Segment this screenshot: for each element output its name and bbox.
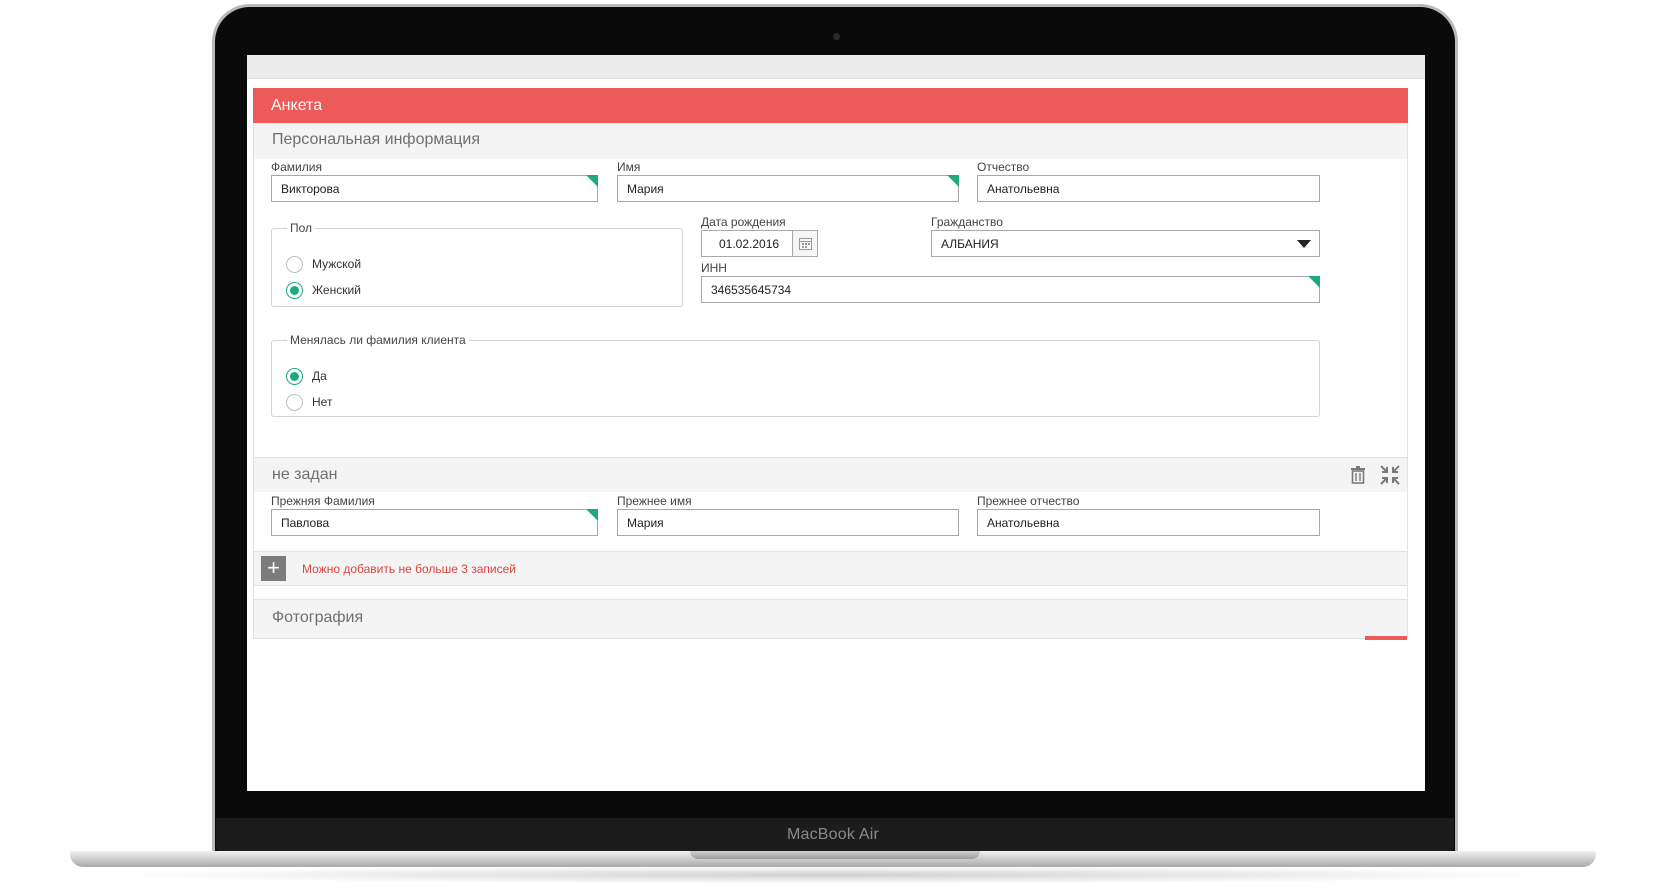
patronymic-value: Анатольевна xyxy=(987,182,1060,196)
calendar-icon[interactable] xyxy=(792,231,817,256)
radio-male[interactable] xyxy=(286,255,303,273)
brand-label: MacBook Air xyxy=(786,826,879,843)
prev-patronymic-value: Анатольевна xyxy=(987,516,1060,530)
citizenship-value: АЛБАНИЯ xyxy=(941,237,999,251)
add-record-button[interactable]: + xyxy=(261,556,286,581)
prev-first-name-value: Мария xyxy=(627,516,664,530)
name-row: Фамилия Викторова Имя Мария Отчество Ана… xyxy=(254,159,1407,207)
inn-label: ИНН xyxy=(701,261,727,275)
prev-first-name-input[interactable]: Мария xyxy=(617,509,959,536)
details-row: Пол Мужской Женский Дата рождения 01.02.… xyxy=(254,207,1407,329)
laptop-notch xyxy=(690,851,980,859)
patronymic-label: Отчество xyxy=(977,160,1030,174)
questionnaire-form: Анкета Персональная информация Фамилия В… xyxy=(253,88,1408,601)
radio-male-label: Мужской xyxy=(312,257,362,271)
prev-last-name-field: Прежняя Фамилия Павлова xyxy=(271,494,598,536)
citizenship-select[interactable]: АЛБАНИЯ xyxy=(931,230,1320,257)
form-header: Анкета xyxy=(253,88,1408,123)
birth-date-label: Дата рождения xyxy=(701,215,786,229)
camera-icon xyxy=(833,33,840,40)
prev-first-name-label: Прежнее имя xyxy=(617,494,692,508)
patronymic-field: Отчество Анатольевна xyxy=(977,160,1320,202)
prev-last-name-value: Павлова xyxy=(281,516,330,530)
laptop-shadow xyxy=(100,866,1566,884)
citizenship-label: Гражданство xyxy=(931,215,1003,229)
inn-value: 346535645734 xyxy=(711,283,792,297)
name-changed-legend: Менялась ли фамилия клиента xyxy=(290,333,466,347)
birth-date-input[interactable]: 01.02.2016 xyxy=(701,230,818,257)
first-name-value: Мария xyxy=(627,182,664,196)
radio-no-label: Нет xyxy=(312,395,333,409)
previous-name-header: не задан xyxy=(254,457,1407,492)
birth-date-value: 01.02.2016 xyxy=(719,237,780,251)
birth-date-field: Дата рождения 01.02.2016 xyxy=(701,215,818,257)
radio-female-label: Женский xyxy=(312,283,361,297)
radio-yes-label: Да xyxy=(312,369,327,383)
prev-last-name-label: Прежняя Фамилия xyxy=(271,494,375,508)
gender-group: Пол Мужской Женский xyxy=(271,221,683,307)
last-name-input[interactable]: Викторова xyxy=(271,175,598,202)
last-name-label: Фамилия xyxy=(271,160,322,174)
name-changed-option-no[interactable]: Нет xyxy=(286,389,1305,415)
prev-patronymic-input[interactable]: Анатольевна xyxy=(977,509,1320,536)
screen: Анкета Персональная информация Фамилия В… xyxy=(247,55,1425,791)
first-name-field: Имя Мария xyxy=(617,160,959,202)
required-marker-icon xyxy=(1308,276,1320,288)
required-marker-icon xyxy=(586,509,598,521)
photo-panel[interactable]: Фотография xyxy=(253,599,1408,640)
radio-female[interactable] xyxy=(286,281,303,299)
citizenship-field: Гражданство АЛБАНИЯ xyxy=(931,215,1320,257)
photo-section-title: Фотография xyxy=(272,609,364,626)
first-name-input[interactable]: Мария xyxy=(617,175,959,202)
collapse-icon[interactable] xyxy=(1379,464,1401,486)
gender-option-male[interactable]: Мужской xyxy=(286,251,668,277)
chevron-down-icon xyxy=(1297,240,1311,248)
gender-legend: Пол xyxy=(290,221,313,235)
prev-first-name-field: Прежнее имя Мария xyxy=(617,494,959,536)
radio-yes[interactable] xyxy=(286,367,303,385)
section-title-personal: Персональная информация xyxy=(254,123,1407,159)
previous-name-actions xyxy=(1347,464,1401,486)
last-name-field: Фамилия Викторова xyxy=(271,160,598,202)
required-marker-icon xyxy=(947,175,959,187)
browser-topbar xyxy=(247,55,1425,79)
prev-patronymic-field: Прежнее отчество Анатольевна xyxy=(977,494,1320,536)
patronymic-input[interactable]: Анатольевна xyxy=(977,175,1320,202)
gender-option-female[interactable]: Женский xyxy=(286,277,668,303)
radio-no[interactable] xyxy=(286,393,303,411)
first-name-label: Имя xyxy=(617,160,641,174)
name-changed-group: Менялась ли фамилия клиента Да Нет xyxy=(271,333,1320,417)
add-record-row: + Можно добавить не больше 3 записей xyxy=(254,551,1407,586)
add-limit-note: Можно добавить не больше 3 записей xyxy=(302,561,517,576)
prev-last-name-input[interactable]: Павлова xyxy=(271,509,598,536)
personal-info-panel: Персональная информация Фамилия Викторов… xyxy=(253,123,1408,601)
inn-input[interactable]: 346535645734 xyxy=(701,276,1320,303)
name-changed-row: Менялась ли фамилия клиента Да Нет xyxy=(254,329,1407,457)
inn-field: ИНН 346535645734 xyxy=(701,261,1320,303)
previous-name-title: не задан xyxy=(272,466,338,483)
name-changed-option-yes[interactable]: Да xyxy=(286,363,1305,389)
panel-spacer xyxy=(254,586,1407,600)
trash-icon[interactable] xyxy=(1347,464,1369,486)
required-marker-icon xyxy=(586,175,598,187)
last-name-value: Викторова xyxy=(281,182,340,196)
previous-name-row: Прежняя Фамилия Павлова Прежнее имя Мари… xyxy=(254,492,1407,551)
prev-patronymic-label: Прежнее отчество xyxy=(977,494,1080,508)
photo-red-tab xyxy=(1365,636,1407,640)
